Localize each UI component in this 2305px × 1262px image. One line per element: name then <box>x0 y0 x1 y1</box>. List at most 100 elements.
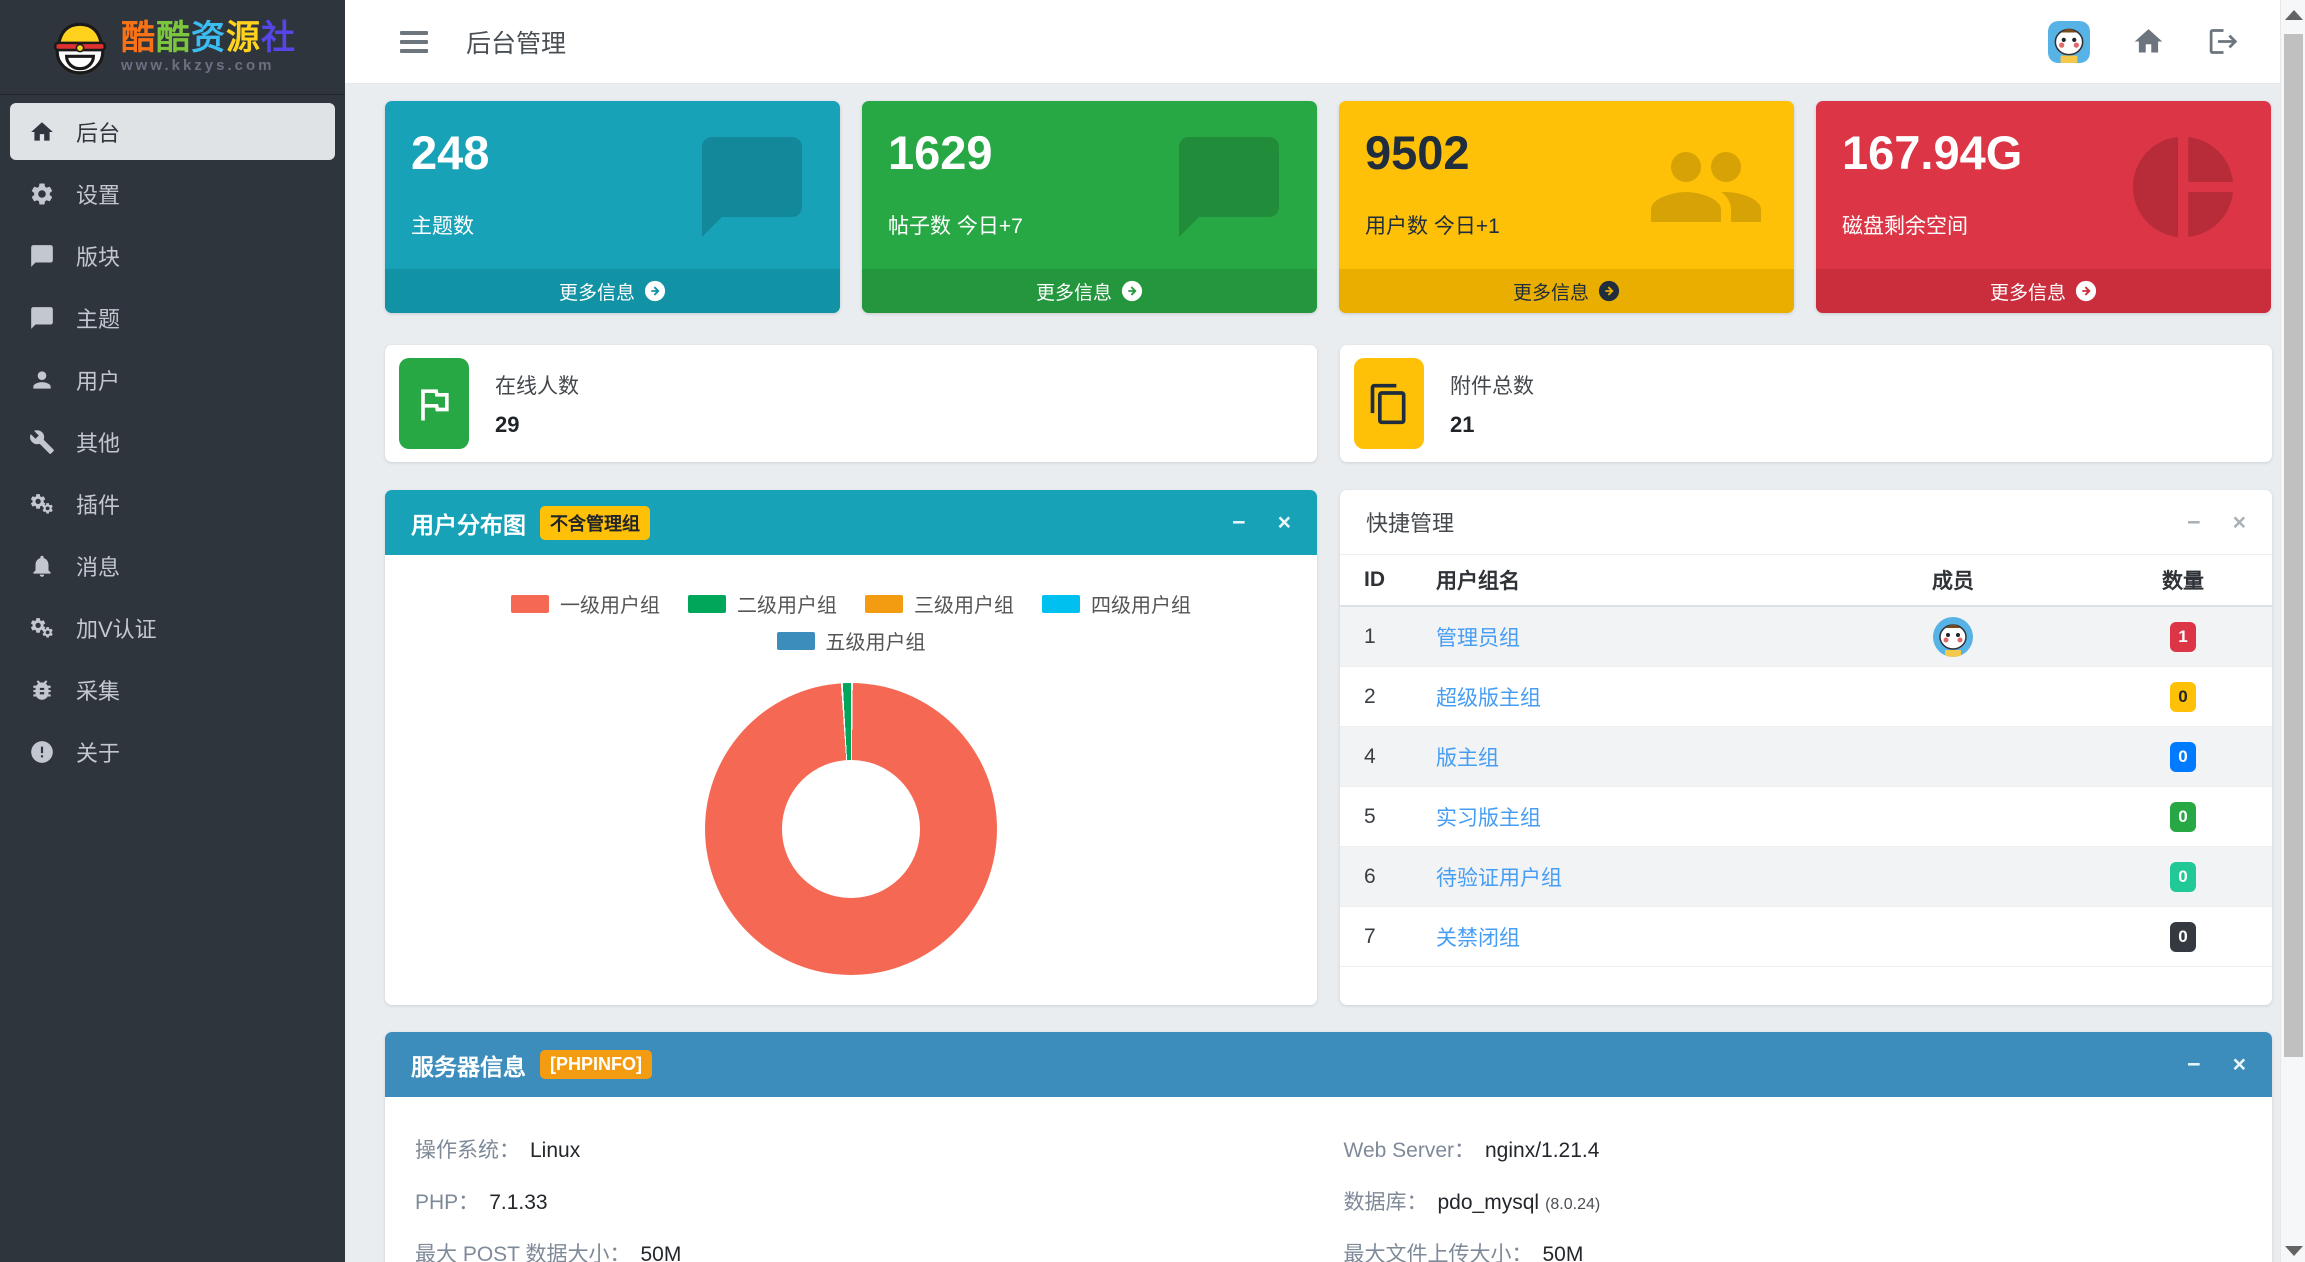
scroll-down-arrow-icon[interactable] <box>2285 1246 2303 1256</box>
sidebar-item-threads[interactable]: 主题 <box>10 289 335 346</box>
member-avatar[interactable] <box>1933 617 1973 657</box>
legend-item[interactable]: 五级用户组 <box>776 626 926 655</box>
panel-header: 用户分布图 不含管理组 − × <box>385 490 1317 555</box>
sidebar-toggle-icon[interactable] <box>400 26 428 58</box>
home-icon <box>28 119 56 145</box>
logout-icon[interactable] <box>2207 25 2240 58</box>
sidebar-item-messages[interactable]: 消息 <box>10 537 335 594</box>
scroll-up-arrow-icon[interactable] <box>2285 10 2303 20</box>
stat-card-disk: 167.94G 磁盘剩余空间 更多信息 <box>1816 101 2271 313</box>
sidebar-item-plugins[interactable]: 插件 <box>10 475 335 532</box>
sidebar-item-verify[interactable]: 加V认证 <box>10 599 335 656</box>
more-info-link[interactable]: 更多信息 <box>1816 269 2271 313</box>
sidebar-item-label: 后台 <box>76 120 121 146</box>
group-link[interactable]: 待验证用户组 <box>1436 862 1788 892</box>
chart-body: 一级用户组 二级用户组 三级用户组 四级用户组 五级用户组 <box>385 589 1317 975</box>
server-info-row: 最大文件上传大小： 50M <box>1343 1243 1584 1262</box>
legend-item[interactable]: 二级用户组 <box>688 589 837 618</box>
server-info-panel: 服务器信息 [PHPINFO] − × 操作系统： Linux PHP： 7.1.3… <box>385 1032 2272 1262</box>
group-link[interactable]: 版主组 <box>1436 742 1788 772</box>
sidebar-item-dashboard[interactable]: 后台 <box>10 103 335 160</box>
group-link[interactable]: 超级版主组 <box>1436 682 1788 712</box>
table-row: 6 待验证用户组 0 <box>1340 847 2272 907</box>
table-header: ID 用户组名 成员 数量 <box>1340 555 2272 607</box>
scrollbar-thumb[interactable] <box>2284 34 2303 1057</box>
more-info-link[interactable]: 更多信息 <box>1339 269 1794 313</box>
info-box-online: 在线人数 29 <box>385 345 1317 462</box>
legend-item[interactable]: 一级用户组 <box>511 589 660 618</box>
sidebar: 酷酷资源社 www.kkzys.com 后台 设置 版块 主题 用户 其他 插件… <box>0 0 345 1262</box>
table-row: 7 关禁闭组 0 <box>1340 907 2272 967</box>
sidebar-item-label: 设置 <box>76 182 121 208</box>
sidebar-item-about[interactable]: 关于 <box>10 723 335 780</box>
user-avatar[interactable] <box>2048 21 2090 63</box>
bug-icon <box>28 677 56 703</box>
exclamation-circle-icon <box>28 739 56 765</box>
gear-icon <box>28 181 56 207</box>
users-icon <box>1646 127 1766 247</box>
minimize-icon[interactable]: − <box>2187 510 2200 534</box>
content: 248 主题数 更多信息 1629 帖子数 今日+7 更多信息 9502 用户数… <box>345 84 2280 1262</box>
panel-title: 服务器信息 <box>411 1053 526 1080</box>
close-icon[interactable]: × <box>1278 511 1291 534</box>
legend-swatch <box>865 594 903 613</box>
sidebar-item-label: 采集 <box>76 678 121 704</box>
stat-card-threads: 248 主题数 更多信息 <box>385 101 840 313</box>
count-badge: 0 <box>2170 921 2196 952</box>
legend-item[interactable]: 四级用户组 <box>1042 589 1191 618</box>
server-info-row: PHP： 7.1.33 <box>415 1191 548 1214</box>
flag-icon <box>399 358 469 449</box>
sidebar-item-forums[interactable]: 版块 <box>10 227 335 284</box>
sidebar-item-others[interactable]: 其他 <box>10 413 335 470</box>
brand[interactable]: 酷酷资源社 www.kkzys.com <box>0 0 345 95</box>
sidebar-item-label: 加V认证 <box>76 616 157 642</box>
group-link[interactable]: 管理员组 <box>1436 622 1788 652</box>
info-box-value: 21 <box>1450 411 1475 437</box>
vertical-scrollbar[interactable] <box>2280 0 2305 1262</box>
more-info-link[interactable]: 更多信息 <box>385 269 840 313</box>
group-link[interactable]: 实习版主组 <box>1436 802 1788 832</box>
home-icon[interactable] <box>2132 25 2165 58</box>
legend-swatch <box>688 594 726 613</box>
server-info-row: 最大 POST 数据大小： 50M <box>415 1243 682 1262</box>
comment-icon <box>28 305 56 331</box>
sidebar-item-users[interactable]: 用户 <box>10 351 335 408</box>
sidebar-menu: 后台 设置 版块 主题 用户 其他 插件 消息 加V认证 采集 关于 <box>0 95 345 793</box>
cogs-icon <box>28 615 56 641</box>
sidebar-item-label: 主题 <box>76 306 121 332</box>
count-badge: 0 <box>2170 861 2196 892</box>
minimize-icon[interactable]: − <box>1232 511 1245 534</box>
panel-header: 服务器信息 [PHPINFO] − × <box>385 1032 2272 1097</box>
panels-row: 用户分布图 不含管理组 − × 一级用户组 二级用户组 三级用户组 四级用户组 <box>385 490 2272 1005</box>
legend-swatch <box>776 631 815 650</box>
minimize-icon[interactable]: − <box>2187 1053 2200 1076</box>
stat-card-users: 9502 用户数 今日+1 更多信息 <box>1339 101 1794 313</box>
sidebar-item-settings[interactable]: 设置 <box>10 165 335 222</box>
arrow-circle-right-icon <box>1121 280 1143 302</box>
user-distribution-panel: 用户分布图 不含管理组 − × 一级用户组 二级用户组 三级用户组 四级用户组 <box>385 490 1317 1005</box>
brand-logo-icon <box>53 22 107 75</box>
legend-swatch <box>511 594 549 613</box>
close-icon[interactable]: × <box>2233 510 2246 534</box>
cogs-icon <box>28 491 56 517</box>
donut-chart <box>705 683 997 975</box>
stat-card-posts: 1629 帖子数 今日+7 更多信息 <box>862 101 1317 313</box>
table-row: 1 管理员组 1 <box>1340 607 2272 667</box>
table-row: 2 超级版主组 0 <box>1340 667 2272 727</box>
phpinfo-badge[interactable]: [PHPINFO] <box>540 1050 652 1079</box>
site-url: www.kkzys.com <box>121 56 275 74</box>
sidebar-item-collect[interactable]: 采集 <box>10 661 335 718</box>
group-link[interactable]: 关禁闭组 <box>1436 922 1788 952</box>
comment-icon <box>1169 127 1289 247</box>
more-info-link[interactable]: 更多信息 <box>862 269 1317 313</box>
count-badge: 0 <box>2170 741 2196 772</box>
info-box-attachments: 附件总数 21 <box>1340 345 2272 462</box>
legend-item[interactable]: 三级用户组 <box>865 589 1014 618</box>
info-box-label: 在线人数 <box>495 374 579 398</box>
topbar-actions <box>2048 21 2240 63</box>
server-info-row: 数据库： pdo_mysql (8.0.24) <box>1343 1191 1601 1214</box>
table-row: 4 版主组 0 <box>1340 727 2272 787</box>
arrow-circle-right-icon <box>2075 280 2097 302</box>
admin-dashboard: 酷酷资源社 www.kkzys.com 后台 设置 版块 主题 用户 其他 插件… <box>0 0 2305 1262</box>
close-icon[interactable]: × <box>2233 1053 2246 1076</box>
